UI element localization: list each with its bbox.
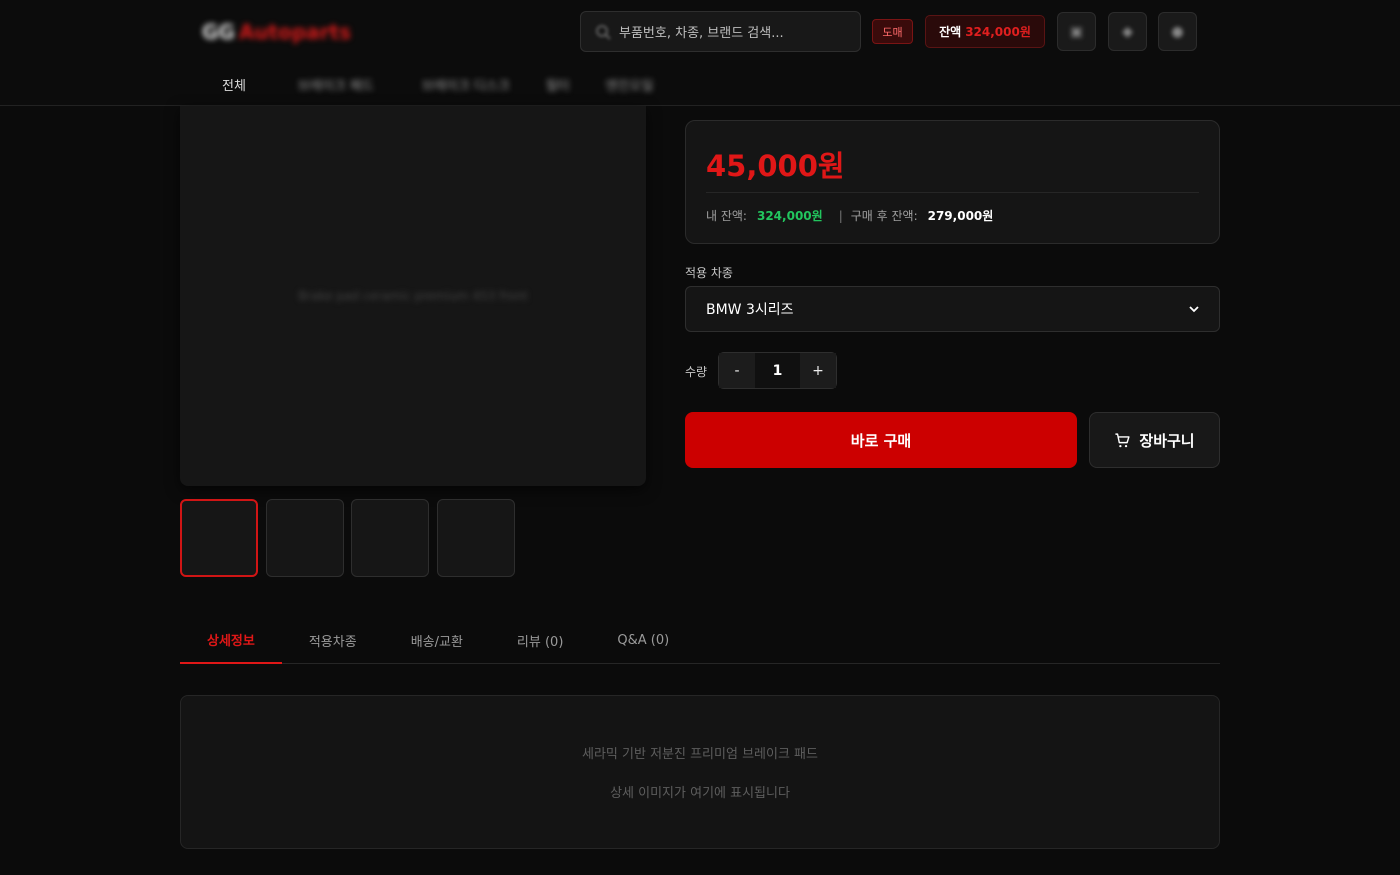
logo-wordmark: Autoparts xyxy=(238,20,352,44)
search-input[interactable]: 부품번호, 차종, 브랜드 검색... xyxy=(580,11,861,52)
balance-separator: | xyxy=(838,208,843,223)
balance-pill[interactable]: 잔액 324,000원 xyxy=(925,15,1045,48)
tab-compatible-vehicles[interactable]: 적용차종 xyxy=(282,616,384,664)
tab-shipping-exchange[interactable]: 배송/교환 xyxy=(384,616,490,664)
tab-details[interactable]: 상세정보 xyxy=(180,616,282,664)
my-balance-value: 324,000원 xyxy=(756,209,823,223)
category-nav: 전체 브레이크 패드 브레이크 디스크 필터 엔진오일 xyxy=(206,66,671,102)
detail-tabs: 상세정보 적용차종 배송/교환 리뷰 (0) Q&A (0) xyxy=(180,616,1220,664)
thumbnail-1[interactable] xyxy=(180,499,258,577)
cart-icon: ▣ xyxy=(1069,23,1084,40)
quantity-plus-button[interactable]: + xyxy=(800,353,836,388)
balance-amount: 324,000원 xyxy=(965,25,1031,39)
detail-image-placeholder: 상세 이미지가 여기에 표시됩니다 xyxy=(610,786,790,801)
nav-item[interactable]: 브레이크 디스크 xyxy=(404,66,528,102)
nav-item-all[interactable]: 전체 xyxy=(206,66,262,102)
buy-now-button[interactable]: 바로 구매 xyxy=(685,412,1077,468)
vehicle-label: 적용 차종 xyxy=(685,266,733,280)
wholesale-badge: 도매 xyxy=(872,19,913,44)
product-price: 45,000원 xyxy=(706,149,845,183)
balance-row: 내 잔액: 324,000원 | 구매 후 잔액: 279,000원 xyxy=(706,207,993,224)
thumbnail-4[interactable] xyxy=(437,499,515,577)
notification-button[interactable]: ◆ xyxy=(1108,12,1147,51)
account-button[interactable]: ● xyxy=(1158,12,1197,51)
site-header: GG Autoparts 부품번호, 차종, 브랜드 검색... 도매 잔액 3… xyxy=(0,0,1400,106)
quantity-value[interactable]: 1 xyxy=(755,353,800,388)
tab-qna[interactable]: Q&A (0) xyxy=(590,616,696,664)
nav-item[interactable]: 엔진오일 xyxy=(588,66,672,102)
cart-icon xyxy=(1115,432,1130,447)
price-box: 45,000원 내 잔액: 324,000원 | 구매 후 잔액: 279,00… xyxy=(685,120,1220,244)
quantity-stepper: - 1 + xyxy=(718,352,837,389)
bell-icon: ◆ xyxy=(1122,23,1133,40)
vehicle-selected-value: BMW 3시리즈 xyxy=(706,302,794,318)
search-placeholder: 부품번호, 차종, 브랜드 검색... xyxy=(619,26,784,41)
after-balance-label: 구매 후 잔액: xyxy=(850,209,918,223)
nav-item[interactable]: 필터 xyxy=(528,66,588,102)
logo-mark: GG xyxy=(202,20,235,44)
chevron-down-icon xyxy=(1189,306,1199,313)
detail-description: 세라믹 기반 저분진 프리미엄 브레이크 패드 xyxy=(582,747,818,762)
my-balance-label: 내 잔액: xyxy=(706,209,747,223)
after-balance-value: 279,000원 xyxy=(927,209,994,223)
product-main-image[interactable]: Brake pad ceramic premium 453 front xyxy=(180,106,646,486)
cart-button[interactable]: ▣ xyxy=(1057,12,1096,51)
add-to-cart-button[interactable]: 장바구니 xyxy=(1089,412,1220,468)
thumbnail-3[interactable] xyxy=(351,499,429,577)
thumbnail-2[interactable] xyxy=(266,499,344,577)
site-logo[interactable]: GG Autoparts xyxy=(202,20,351,44)
nav-item[interactable]: 브레이크 패드 xyxy=(262,66,404,102)
user-icon: ● xyxy=(1171,23,1184,40)
quantity-minus-button[interactable]: - xyxy=(719,353,755,388)
main-image-placeholder: Brake pad ceramic premium 453 front xyxy=(298,289,528,303)
search-icon xyxy=(596,24,611,40)
tab-reviews[interactable]: 리뷰 (0) xyxy=(490,616,590,664)
balance-label: 잔액 xyxy=(939,25,962,39)
vehicle-select[interactable]: BMW 3시리즈 xyxy=(685,286,1220,332)
detail-content: 세라믹 기반 저분진 프리미엄 브레이크 패드 상세 이미지가 여기에 표시됩니… xyxy=(180,695,1220,849)
quantity-label: 수량 xyxy=(685,365,708,379)
divider xyxy=(706,192,1199,193)
cart-button-label: 장바구니 xyxy=(1139,431,1195,450)
